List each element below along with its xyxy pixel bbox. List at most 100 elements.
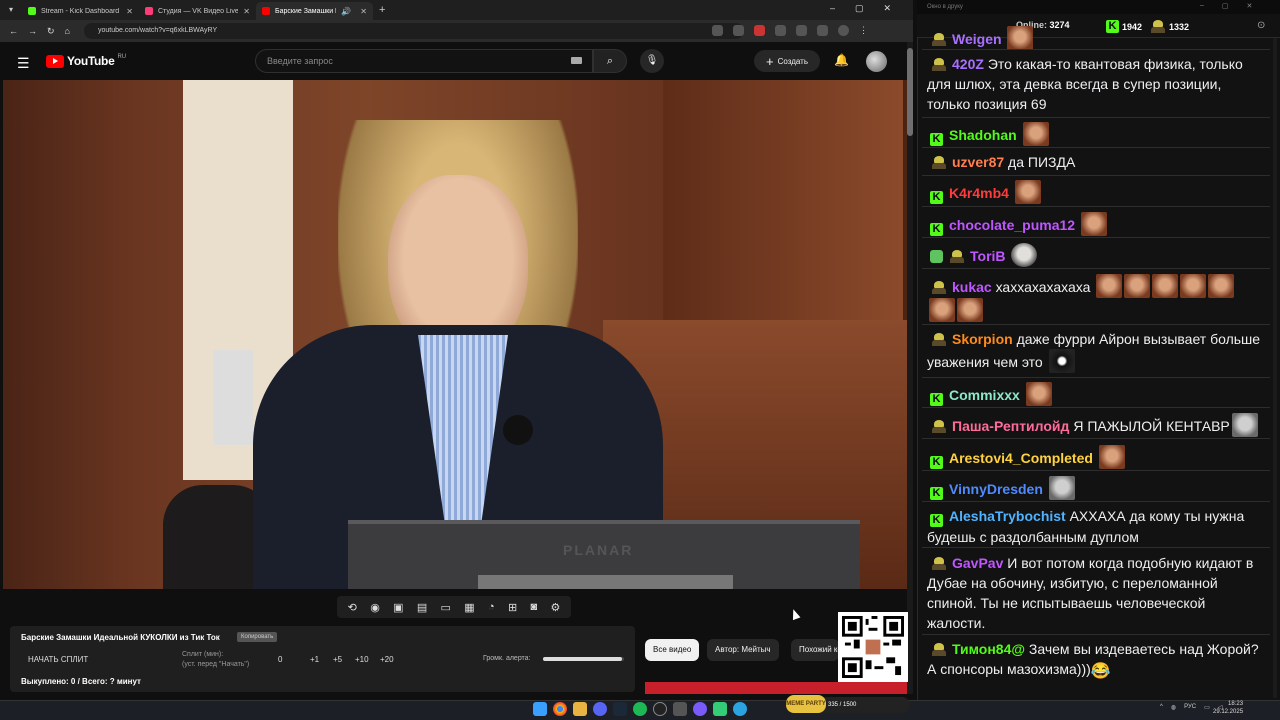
chat-message: Skorpion даже фурри Айрон вызывает больш… xyxy=(927,329,1263,373)
chip-related[interactable]: Похожий контент xyxy=(791,639,839,661)
tab-kick-dashboard[interactable]: Stream - Kick Dashboard ✕ xyxy=(22,2,139,20)
clip-icon[interactable]: ▤ xyxy=(417,601,427,614)
tab-vk-studio[interactable]: Студия — VK Видео Live ✕ xyxy=(139,2,256,20)
chip-author[interactable]: Автор: Мейтыч xyxy=(707,639,779,661)
video-player[interactable]: PLANAR xyxy=(3,80,907,589)
speed-icon[interactable]: ◔ xyxy=(488,601,495,613)
address-bar-row: ← → ↻ ⌂ youtube.com/watch?v=q6xkLBWAyRY … xyxy=(0,20,913,42)
divider xyxy=(922,438,1270,439)
reload-icon[interactable]: ↻ xyxy=(47,26,55,37)
youtube-wordmark: YouTube xyxy=(67,54,115,68)
menu-icon[interactable]: ⋮ xyxy=(859,25,870,36)
chat-username[interactable]: Commixxx xyxy=(949,387,1020,403)
gear-icon[interactable]: ⚙ xyxy=(550,601,560,614)
chat-username[interactable]: 420Z xyxy=(952,56,984,72)
tray-expand-icon[interactable]: ^ xyxy=(1160,704,1163,711)
chat-username[interactable]: ToriB xyxy=(970,248,1006,264)
language-indicator[interactable]: РУС xyxy=(1184,704,1196,711)
chat-username[interactable]: kukac xyxy=(952,279,992,295)
chat-username[interactable]: chocolate_puma12 xyxy=(949,217,1075,233)
tab-youtube-video[interactable]: Барские Замашки Идеальн 🔊 ✕ xyxy=(256,2,373,20)
chat-username[interactable]: VinnyDresden xyxy=(949,481,1043,497)
maximize-icon[interactable]: ▢ xyxy=(1222,2,1229,10)
game-icon[interactable] xyxy=(673,702,687,716)
voice-search-button[interactable]: 🎙 xyxy=(640,49,664,73)
cinema-icon[interactable]: ▦ xyxy=(464,601,474,614)
minimize-icon[interactable]: – xyxy=(830,3,835,14)
copy-button[interactable]: Копировать xyxy=(237,632,278,642)
chat-username[interactable]: AleshaTrybochist xyxy=(949,508,1066,524)
share-icon[interactable] xyxy=(817,25,828,36)
maximize-icon[interactable]: ▢ xyxy=(855,3,864,14)
record-icon[interactable]: ▣ xyxy=(393,601,403,614)
close-icon[interactable]: ✕ xyxy=(126,7,133,16)
steam-icon[interactable] xyxy=(613,702,627,716)
url-field[interactable]: youtube.com/watch?v=q6xkLBWAyRY xyxy=(84,23,744,39)
chat-username[interactable]: Shadohan xyxy=(949,127,1017,143)
windows-start-icon[interactable] xyxy=(533,702,547,716)
chat-username[interactable]: Arestovi4_Completed xyxy=(949,450,1093,466)
video-thumbnail[interactable] xyxy=(645,682,907,694)
app-icon[interactable] xyxy=(713,702,727,716)
tab-search-icon[interactable]: ▾ xyxy=(4,3,18,17)
chip-all-videos[interactable]: Все видео xyxy=(645,639,700,661)
extension-icon[interactable] xyxy=(712,25,723,36)
close-window-icon[interactable]: ✕ xyxy=(1247,2,1253,10)
scrollbar-thumb[interactable] xyxy=(907,48,913,136)
chat-username[interactable]: GavPav xyxy=(952,555,1003,571)
chat-username[interactable]: Skorpion xyxy=(952,331,1013,347)
search-input[interactable]: Введите запрос xyxy=(255,49,593,73)
close-window-icon[interactable]: ✕ xyxy=(884,3,892,14)
increment-button[interactable]: +5 xyxy=(333,655,342,664)
increment-button[interactable]: +1 xyxy=(310,655,319,664)
new-tab-button[interactable]: + xyxy=(379,4,385,16)
youtube-logo[interactable]: YouTube RU xyxy=(46,54,126,68)
network-icon[interactable]: ▭ xyxy=(1204,704,1210,711)
back-icon[interactable]: ← xyxy=(9,26,18,36)
close-icon[interactable]: ✕ xyxy=(360,7,367,16)
avatar[interactable] xyxy=(866,51,887,72)
extension-icon[interactable] xyxy=(733,25,744,36)
discord-icon[interactable] xyxy=(593,702,607,716)
create-button[interactable]: + Создать xyxy=(754,50,820,72)
loop-icon[interactable]: ⟲ xyxy=(348,601,357,614)
keyboard-icon[interactable] xyxy=(571,57,582,64)
spotify-icon[interactable] xyxy=(633,702,647,716)
add-icon[interactable]: ⊞ xyxy=(508,601,517,614)
close-icon[interactable]: ✕ xyxy=(243,7,250,16)
download-icon[interactable] xyxy=(796,25,807,36)
increment-button[interactable]: +10 xyxy=(355,655,369,664)
profile-icon[interactable] xyxy=(838,25,849,36)
forward-icon[interactable]: → xyxy=(28,26,37,36)
chat-username[interactable]: Weigen xyxy=(952,31,1002,47)
obs-icon[interactable] xyxy=(653,702,667,716)
increment-button[interactable]: +20 xyxy=(380,655,394,664)
chat-username[interactable]: uzver87 xyxy=(952,154,1004,170)
media-player-icon[interactable] xyxy=(693,702,707,716)
split-value[interactable]: 0 xyxy=(278,655,282,664)
extension-icon[interactable] xyxy=(775,25,786,36)
search-button[interactable]: ⌕ xyxy=(593,49,627,73)
minimize-icon[interactable]: – xyxy=(1200,2,1204,10)
menu-icon[interactable]: ☰ xyxy=(17,55,30,72)
audio-icon[interactable]: ◉ xyxy=(370,601,380,614)
extension-icon[interactable] xyxy=(754,25,765,36)
file-explorer-icon[interactable] xyxy=(573,702,587,716)
screenshot-icon[interactable]: ◙ xyxy=(530,601,537,613)
telegram-icon[interactable] xyxy=(733,702,747,716)
chat-username[interactable]: K4r4mb4 xyxy=(949,185,1009,201)
chat-username[interactable]: Тимон84@ xyxy=(952,641,1025,657)
pip-icon[interactable]: ▭ xyxy=(441,601,451,614)
home-icon[interactable]: ⌂ xyxy=(65,26,70,36)
bell-icon[interactable]: 🔔 xyxy=(834,53,849,67)
chrome-icon[interactable] xyxy=(553,702,567,716)
chat-text: да ПИЗДА xyxy=(1008,154,1076,170)
start-split-button[interactable]: НАЧАТЬ СПЛИТ xyxy=(28,655,88,664)
clock[interactable]: 18:23 29.12.2025 xyxy=(1213,700,1243,716)
speaker-icon[interactable]: 🔊 xyxy=(341,7,351,16)
chat-scrollbar[interactable] xyxy=(1273,38,1277,698)
page-scrollbar[interactable] xyxy=(907,42,913,694)
tray-app-icon[interactable]: ◍ xyxy=(1171,704,1176,711)
chat-username[interactable]: Паша-Рептилойд xyxy=(952,418,1069,434)
sub-badge-icon xyxy=(947,250,965,263)
